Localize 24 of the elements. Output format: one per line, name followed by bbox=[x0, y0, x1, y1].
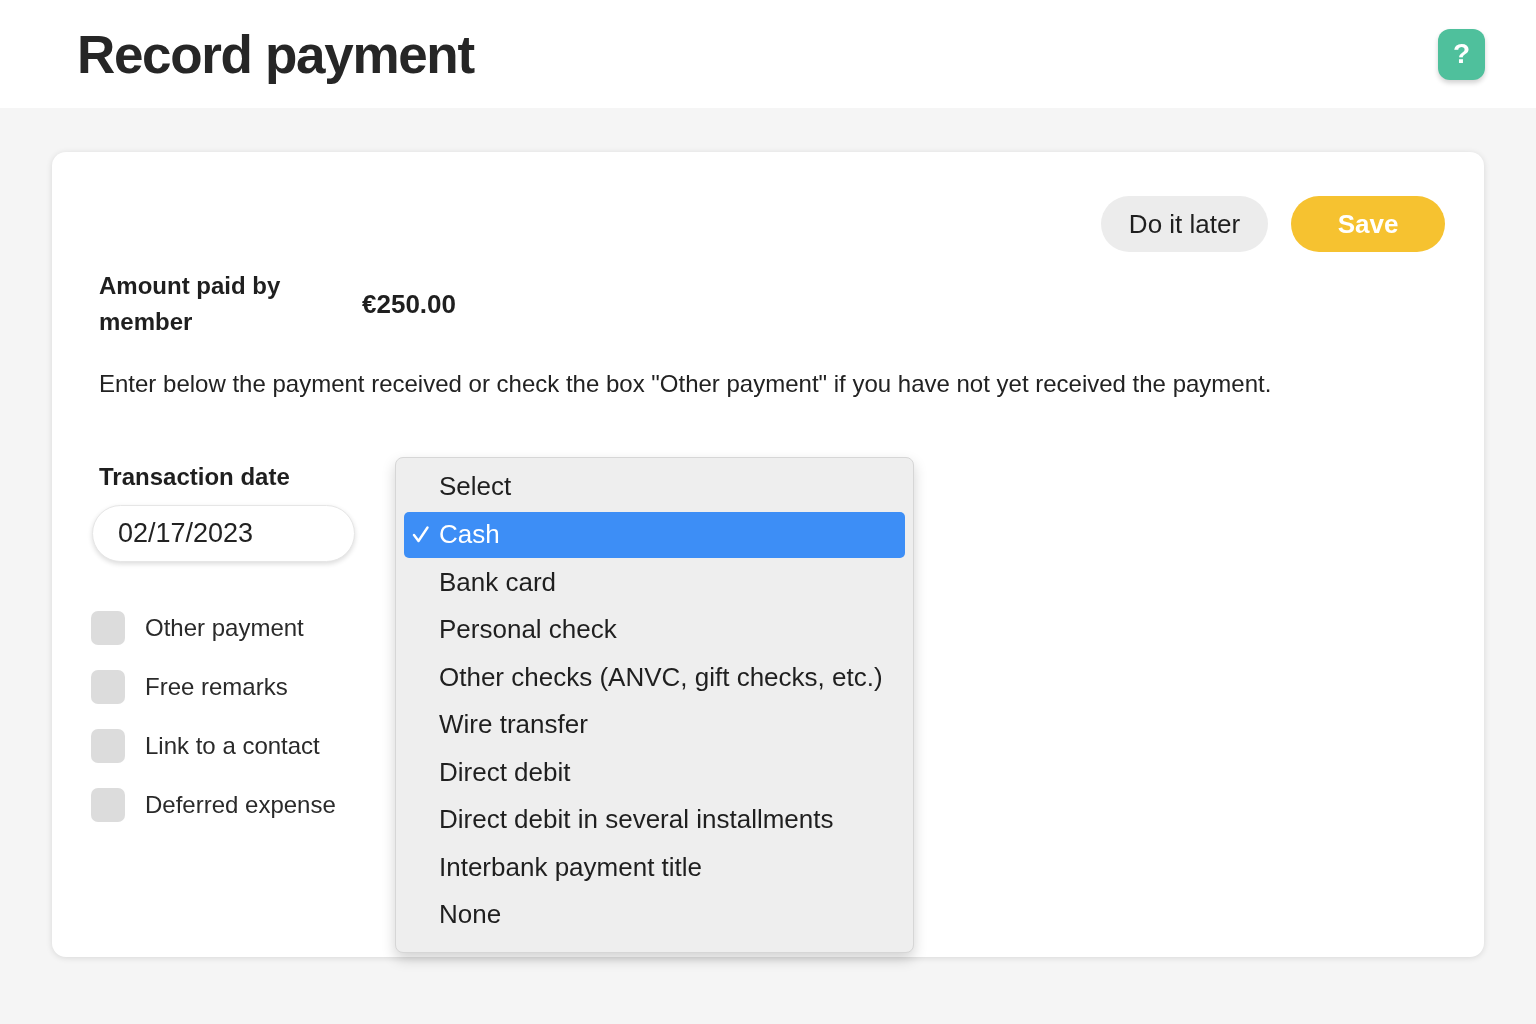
menu-option[interactable]: Direct debit bbox=[404, 748, 905, 796]
menu-option[interactable]: Interbank payment title bbox=[404, 843, 905, 891]
menu-option[interactable]: Personal check bbox=[404, 606, 905, 654]
amount-value: €250.00 bbox=[362, 287, 456, 321]
checkbox[interactable] bbox=[91, 611, 125, 645]
later-button[interactable]: Do it later bbox=[1101, 196, 1268, 252]
menu-option[interactable]: Wire transfer bbox=[404, 701, 905, 749]
checkbox-label: Deferred expense bbox=[145, 791, 336, 819]
instructions-text: Enter below the payment received or check the box "Other payment" if you have not yet received the payment. bbox=[99, 369, 1273, 399]
checkbox-label: Free remarks bbox=[145, 673, 288, 701]
menu-option[interactable]: Select bbox=[404, 463, 905, 511]
checkbox[interactable] bbox=[91, 729, 125, 763]
checkbox-label: Other payment bbox=[145, 614, 304, 642]
menu-option[interactable]: Bank card bbox=[404, 558, 905, 606]
transaction-date-label: Transaction date bbox=[99, 463, 290, 491]
menu-option[interactable]: Other checks (ANVC, gift checks, etc.) bbox=[404, 653, 905, 701]
checkbox[interactable] bbox=[91, 670, 125, 704]
amount-label: Amount paid by member bbox=[99, 271, 282, 337]
check-icon bbox=[412, 525, 429, 543]
menu-option[interactable]: Direct debit in several installments bbox=[404, 796, 905, 844]
checkbox[interactable] bbox=[91, 788, 125, 822]
checkbox-label: Link to a contact bbox=[145, 732, 320, 760]
date-field[interactable]: 02/17/2023 bbox=[92, 505, 355, 562]
menu-option[interactable]: None bbox=[404, 891, 905, 939]
